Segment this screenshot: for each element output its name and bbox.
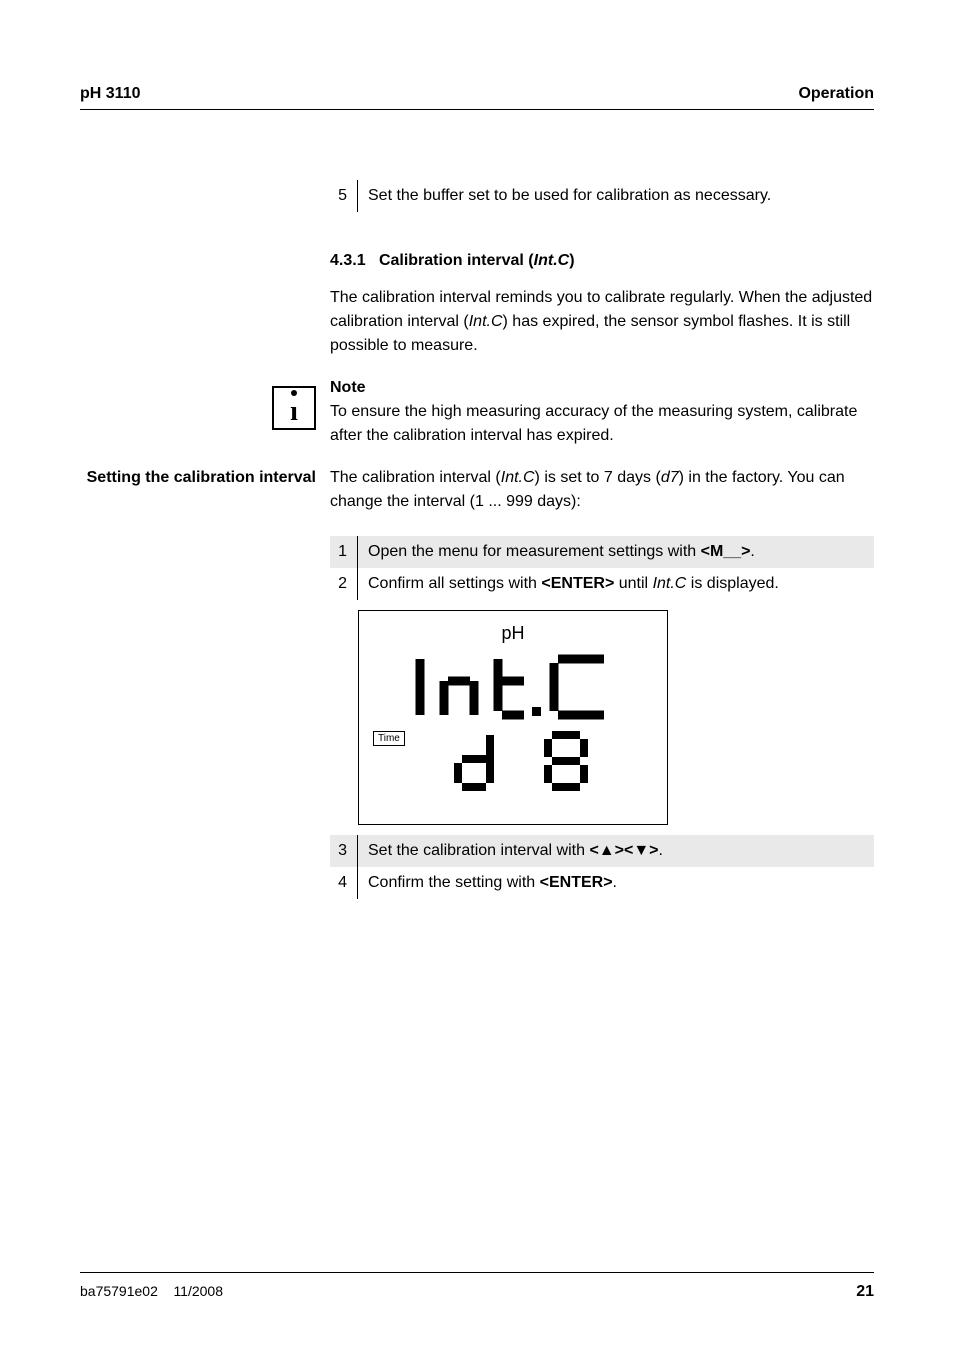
s3-pre: Set the calibration interval with (368, 842, 589, 859)
s2-bold: <ENTER> (541, 575, 614, 592)
step-3-num: 3 (330, 835, 358, 867)
para-2: The calibration interval (Int.C) is set … (330, 466, 874, 514)
s1-bold: <M__> (701, 543, 751, 560)
step-4-num: 4 (330, 867, 358, 899)
section-heading: 4.3.1 Calibration interval (Int.C) (330, 252, 874, 270)
para2-ital2: d7 (661, 469, 679, 486)
info-icon: ı (272, 386, 316, 430)
lcd-ph-label: pH (359, 623, 667, 644)
para2-pre: The calibration interval ( (330, 469, 501, 486)
s3-b3: > (649, 842, 658, 859)
step5-wrap: 5 Set the buffer set to be used for cali… (330, 180, 874, 212)
step-5-text: Set the buffer set to be used for calibr… (358, 180, 874, 212)
content-grid: 5 Set the buffer set to be used for cali… (80, 180, 874, 899)
step-4-text: Confirm the setting with <ENTER>. (358, 867, 874, 899)
step-1-text: Open the menu for measurement settings w… (358, 536, 874, 568)
lcd-main-svg (408, 651, 618, 723)
footer-left: ba75791e02 11/2008 (80, 1283, 223, 1301)
para2-mid1: ) is set to 7 days ( (535, 469, 661, 486)
side-heading: Setting the calibration interval (80, 466, 330, 899)
left-empty-2 (80, 212, 330, 376)
step-3-text: Set the calibration interval with <▲><▼>… (358, 835, 874, 867)
left-empty-1 (80, 180, 330, 212)
s3-down-arrow-icon: ▼ (633, 842, 649, 859)
s3-up-arrow-icon: ▲ (599, 842, 615, 859)
header-left: pH 3110 (80, 85, 140, 103)
step-2-row: 2 Confirm all settings with <ENTER> unti… (330, 568, 874, 600)
step-1-row: 1 Open the menu for measurement settings… (330, 536, 874, 568)
lcd-sub-line (359, 731, 667, 796)
s3-b1: < (589, 842, 598, 859)
s4-post: . (613, 874, 617, 891)
section-title-ital: Int.C (534, 252, 570, 269)
footer-page: 21 (856, 1283, 874, 1301)
step-3-row: 3 Set the calibration interval with <▲><… (330, 835, 874, 867)
section-title-post: ) (569, 252, 574, 269)
step-2-num: 2 (330, 568, 358, 600)
footer-date: 11/2008 (173, 1283, 223, 1299)
s2-mid: until (614, 575, 652, 592)
footer-doc: ba75791e02 (80, 1283, 158, 1299)
lcd-display: pH (358, 610, 668, 825)
lcd-main-line (359, 651, 667, 728)
section-title-wrap: 4.3.1 Calibration interval (Int.C) The c… (330, 212, 874, 376)
note-block: Note To ensure the high measuring accura… (330, 376, 874, 448)
step-2-text: Confirm all settings with <ENTER> until … (358, 568, 874, 600)
s1-post: . (750, 543, 754, 560)
s3-post: . (659, 842, 663, 859)
note-text: To ensure the high measuring accuracy of… (330, 400, 874, 448)
para2-ital1: Int.C (501, 469, 535, 486)
s2-ital: Int.C (653, 575, 687, 592)
section-title-pre: Calibration interval ( (379, 252, 534, 269)
s1-pre: Open the menu for measurement settings w… (368, 543, 701, 560)
header-right: Operation (798, 85, 874, 103)
step-1-num: 1 (330, 536, 358, 568)
page-footer: ba75791e02 11/2008 21 (80, 1272, 874, 1301)
s4-bold: <ENTER> (540, 874, 613, 891)
s2-post: is displayed. (686, 575, 779, 592)
note-heading: Note (330, 376, 874, 400)
page-header: pH 3110 Operation (80, 85, 874, 110)
info-i: ı (290, 398, 298, 426)
para-1: The calibration interval reminds you to … (330, 286, 874, 358)
spacer-r-1 (330, 448, 874, 466)
step-5-row: 5 Set the buffer set to be used for cali… (330, 180, 874, 212)
lcd-sub-svg (418, 731, 608, 791)
s2-pre: Confirm all settings with (368, 575, 541, 592)
spacer-l-1 (80, 448, 330, 466)
note-icon-cell: ı (80, 376, 330, 448)
step-4-row: 4 Confirm the setting with <ENTER>. (330, 867, 874, 899)
s4-pre: Confirm the setting with (368, 874, 540, 891)
para2-wrap: The calibration interval (Int.C) is set … (330, 466, 874, 899)
step-5-num: 5 (330, 180, 358, 212)
section-num: 4.3.1 (330, 252, 366, 269)
page-root: pH 3110 Operation 5 Set the buffer set t… (0, 0, 954, 1351)
para1-ital: Int.C (469, 313, 503, 330)
s3-b2: >< (615, 842, 634, 859)
